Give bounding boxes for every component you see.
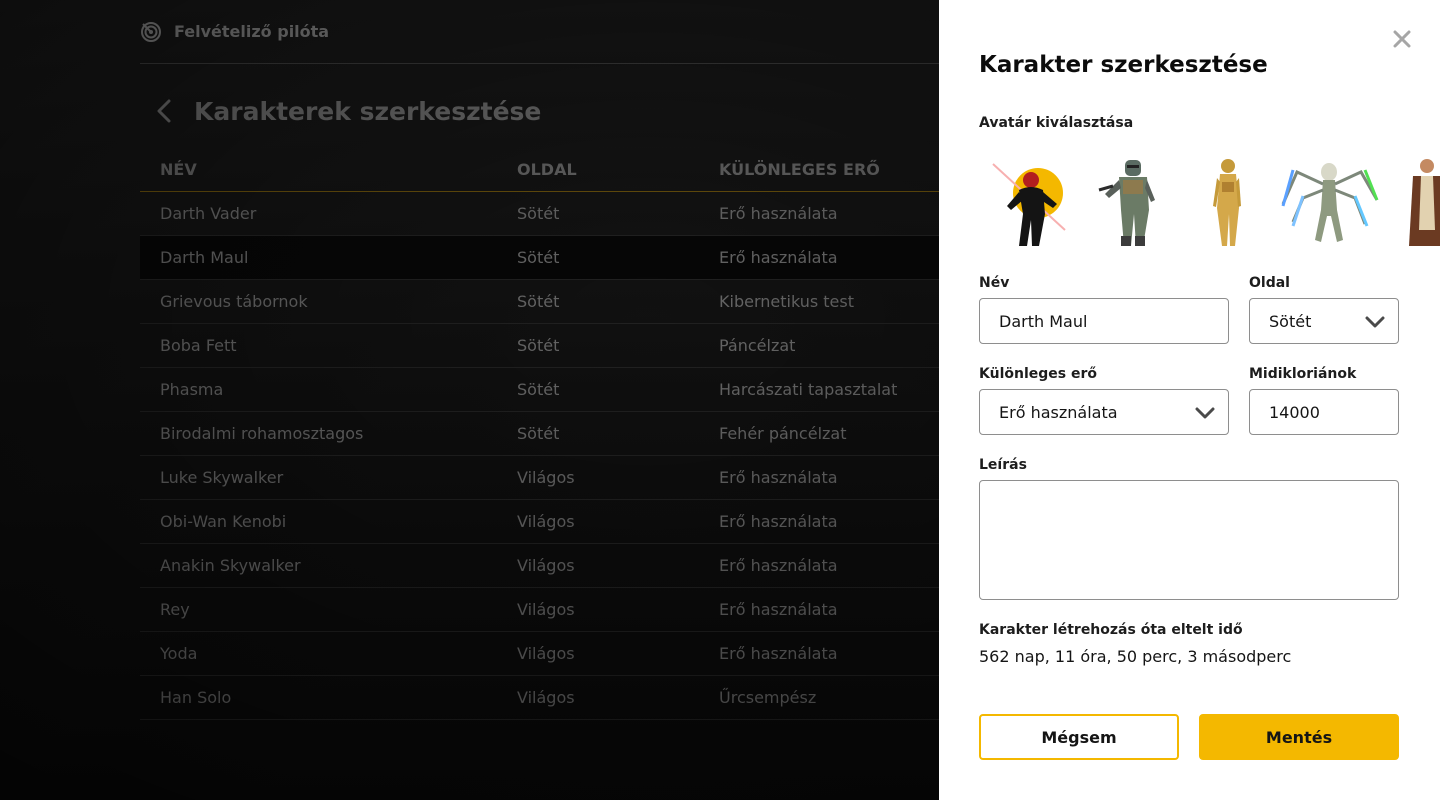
cell-side: Sötét [517,380,560,399]
elapsed-time-value: 562 nap, 11 óra, 50 perc, 3 másodperc [979,647,1292,666]
table-row[interactable]: Birodalmi rohamosztagos Sötét Fehér pánc… [140,412,940,456]
characters-table: NÉV OLDAL KÜLÖNLEGES ERŐ Darth Vader Söt… [140,147,940,720]
cell-side: Világos [517,600,575,619]
boba-fett-avatar[interactable] [1079,150,1179,250]
cell-power: Erő használata [719,644,838,663]
elapsed-time-label: Karakter létrehozás óta eltelt idő [979,622,1243,638]
column-header-name[interactable]: NÉV [140,160,517,179]
edit-character-drawer: Karakter szerkesztése Avatár kiválasztás… [939,0,1440,800]
table-header: NÉV OLDAL KÜLÖNLEGES ERŐ [140,147,940,192]
cell-side: Sötét [517,336,560,355]
chevron-left-icon[interactable] [144,91,184,131]
table-row[interactable]: Han Solo Világos Űrcsempész [140,676,940,720]
cell-side: Világos [517,512,575,531]
avatar-picker [979,150,1440,250]
table-row[interactable]: Yoda Világos Erő használata [140,632,940,676]
side-select[interactable]: Sötét [1249,298,1399,344]
cell-power: Erő használata [719,600,838,619]
cell-side: Világos [517,556,575,575]
cell-name: Boba Fett [160,336,237,355]
cell-name: Rey [160,600,190,619]
grievous-avatar[interactable] [1279,150,1379,250]
cell-power: Erő használata [719,248,838,267]
cell-power: Űrcsempész [719,688,817,707]
midichlorian-label: Midikloriánok [1249,366,1357,382]
radar-icon [140,21,162,43]
table-row[interactable]: Luke Skywalker Világos Erő használata [140,456,940,500]
side-select-value: Sötét [1269,311,1312,331]
drawer-title: Karakter szerkesztése [979,52,1268,78]
name-label: Név [979,275,1010,291]
cell-name: Phasma [160,380,224,399]
close-icon[interactable] [1391,28,1413,50]
table-row[interactable]: Darth Vader Sötét Erő használata [140,192,940,236]
cell-name: Obi-Wan Kenobi [160,512,287,531]
page-title: Karakterek szerkesztése [194,96,542,126]
cell-side: Sötét [517,424,560,443]
cell-side: Sötét [517,248,560,267]
name-input[interactable]: Darth Maul [979,298,1229,344]
table-row[interactable]: Phasma Sötét Harcászati tapasztalat [140,368,940,412]
description-textarea[interactable] [979,480,1399,600]
side-label: Oldal [1249,275,1290,291]
table-row[interactable]: Anakin Skywalker Világos Erő használata [140,544,940,588]
table-row[interactable]: Rey Világos Erő használata [140,588,940,632]
power-select-value: Erő használata [999,402,1118,422]
power-label: Különleges erő [979,366,1097,382]
darth-maul-avatar[interactable] [979,150,1079,250]
save-button[interactable]: Mentés [1199,714,1399,760]
cell-name: Birodalmi rohamosztagos [160,424,364,443]
cell-power: Erő használata [719,468,838,487]
app-name: Felvételiző pilóta [174,22,330,41]
table-row-selected[interactable]: Darth Maul Sötét Erő használata [140,236,940,280]
cell-side: Világos [517,644,575,663]
table-row[interactable]: Grievous tábornok Sötét Kibernetikus tes… [140,280,940,324]
midichlorian-input-value: 14000 [1269,402,1320,422]
cell-power: Kibernetikus test [719,292,854,311]
cell-power: Fehér páncélzat [719,424,847,443]
obi-wan-avatar[interactable] [1379,150,1440,250]
description-label: Leírás [979,457,1027,473]
cell-side: Világos [517,468,575,487]
cell-power: Páncélzat [719,336,796,355]
name-input-value: Darth Maul [999,311,1088,331]
cell-power: Erő használata [719,512,838,531]
cell-name: Han Solo [160,688,232,707]
cancel-button[interactable]: Mégsem [979,714,1179,760]
cell-name: Anakin Skywalker [160,556,301,575]
chevron-down-icon [1194,402,1216,424]
top-bar: Felvételiző pilóta [140,0,940,64]
cell-name: Grievous tábornok [160,292,308,311]
chevron-down-icon [1364,311,1386,333]
cell-name: Luke Skywalker [160,468,284,487]
c3po-avatar[interactable] [1179,150,1279,250]
table-row[interactable]: Obi-Wan Kenobi Világos Erő használata [140,500,940,544]
cell-power: Harcászati tapasztalat [719,380,898,399]
cell-name: Yoda [160,644,198,663]
midichlorian-input[interactable]: 14000 [1249,389,1399,435]
cell-power: Erő használata [719,556,838,575]
cell-power: Erő használata [719,204,838,223]
cell-side: Sötét [517,204,560,223]
cell-name: Darth Vader [160,204,257,223]
column-header-side[interactable]: OLDAL [517,160,719,179]
column-header-power[interactable]: KÜLÖNLEGES ERŐ [719,160,940,179]
power-select[interactable]: Erő használata [979,389,1229,435]
avatar-section-label: Avatár kiválasztása [979,115,1134,131]
cell-side: Világos [517,688,575,707]
table-row[interactable]: Boba Fett Sötét Páncélzat [140,324,940,368]
cell-side: Sötét [517,292,560,311]
cell-name: Darth Maul [160,248,249,267]
page-header: Karakterek szerkesztése [140,88,541,134]
